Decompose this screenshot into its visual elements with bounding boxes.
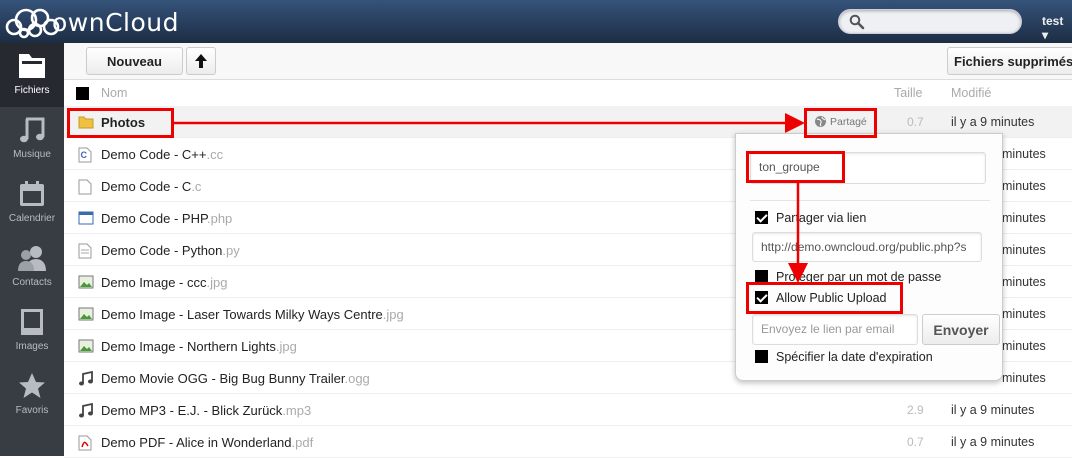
annotation-arrows xyxy=(174,113,808,283)
